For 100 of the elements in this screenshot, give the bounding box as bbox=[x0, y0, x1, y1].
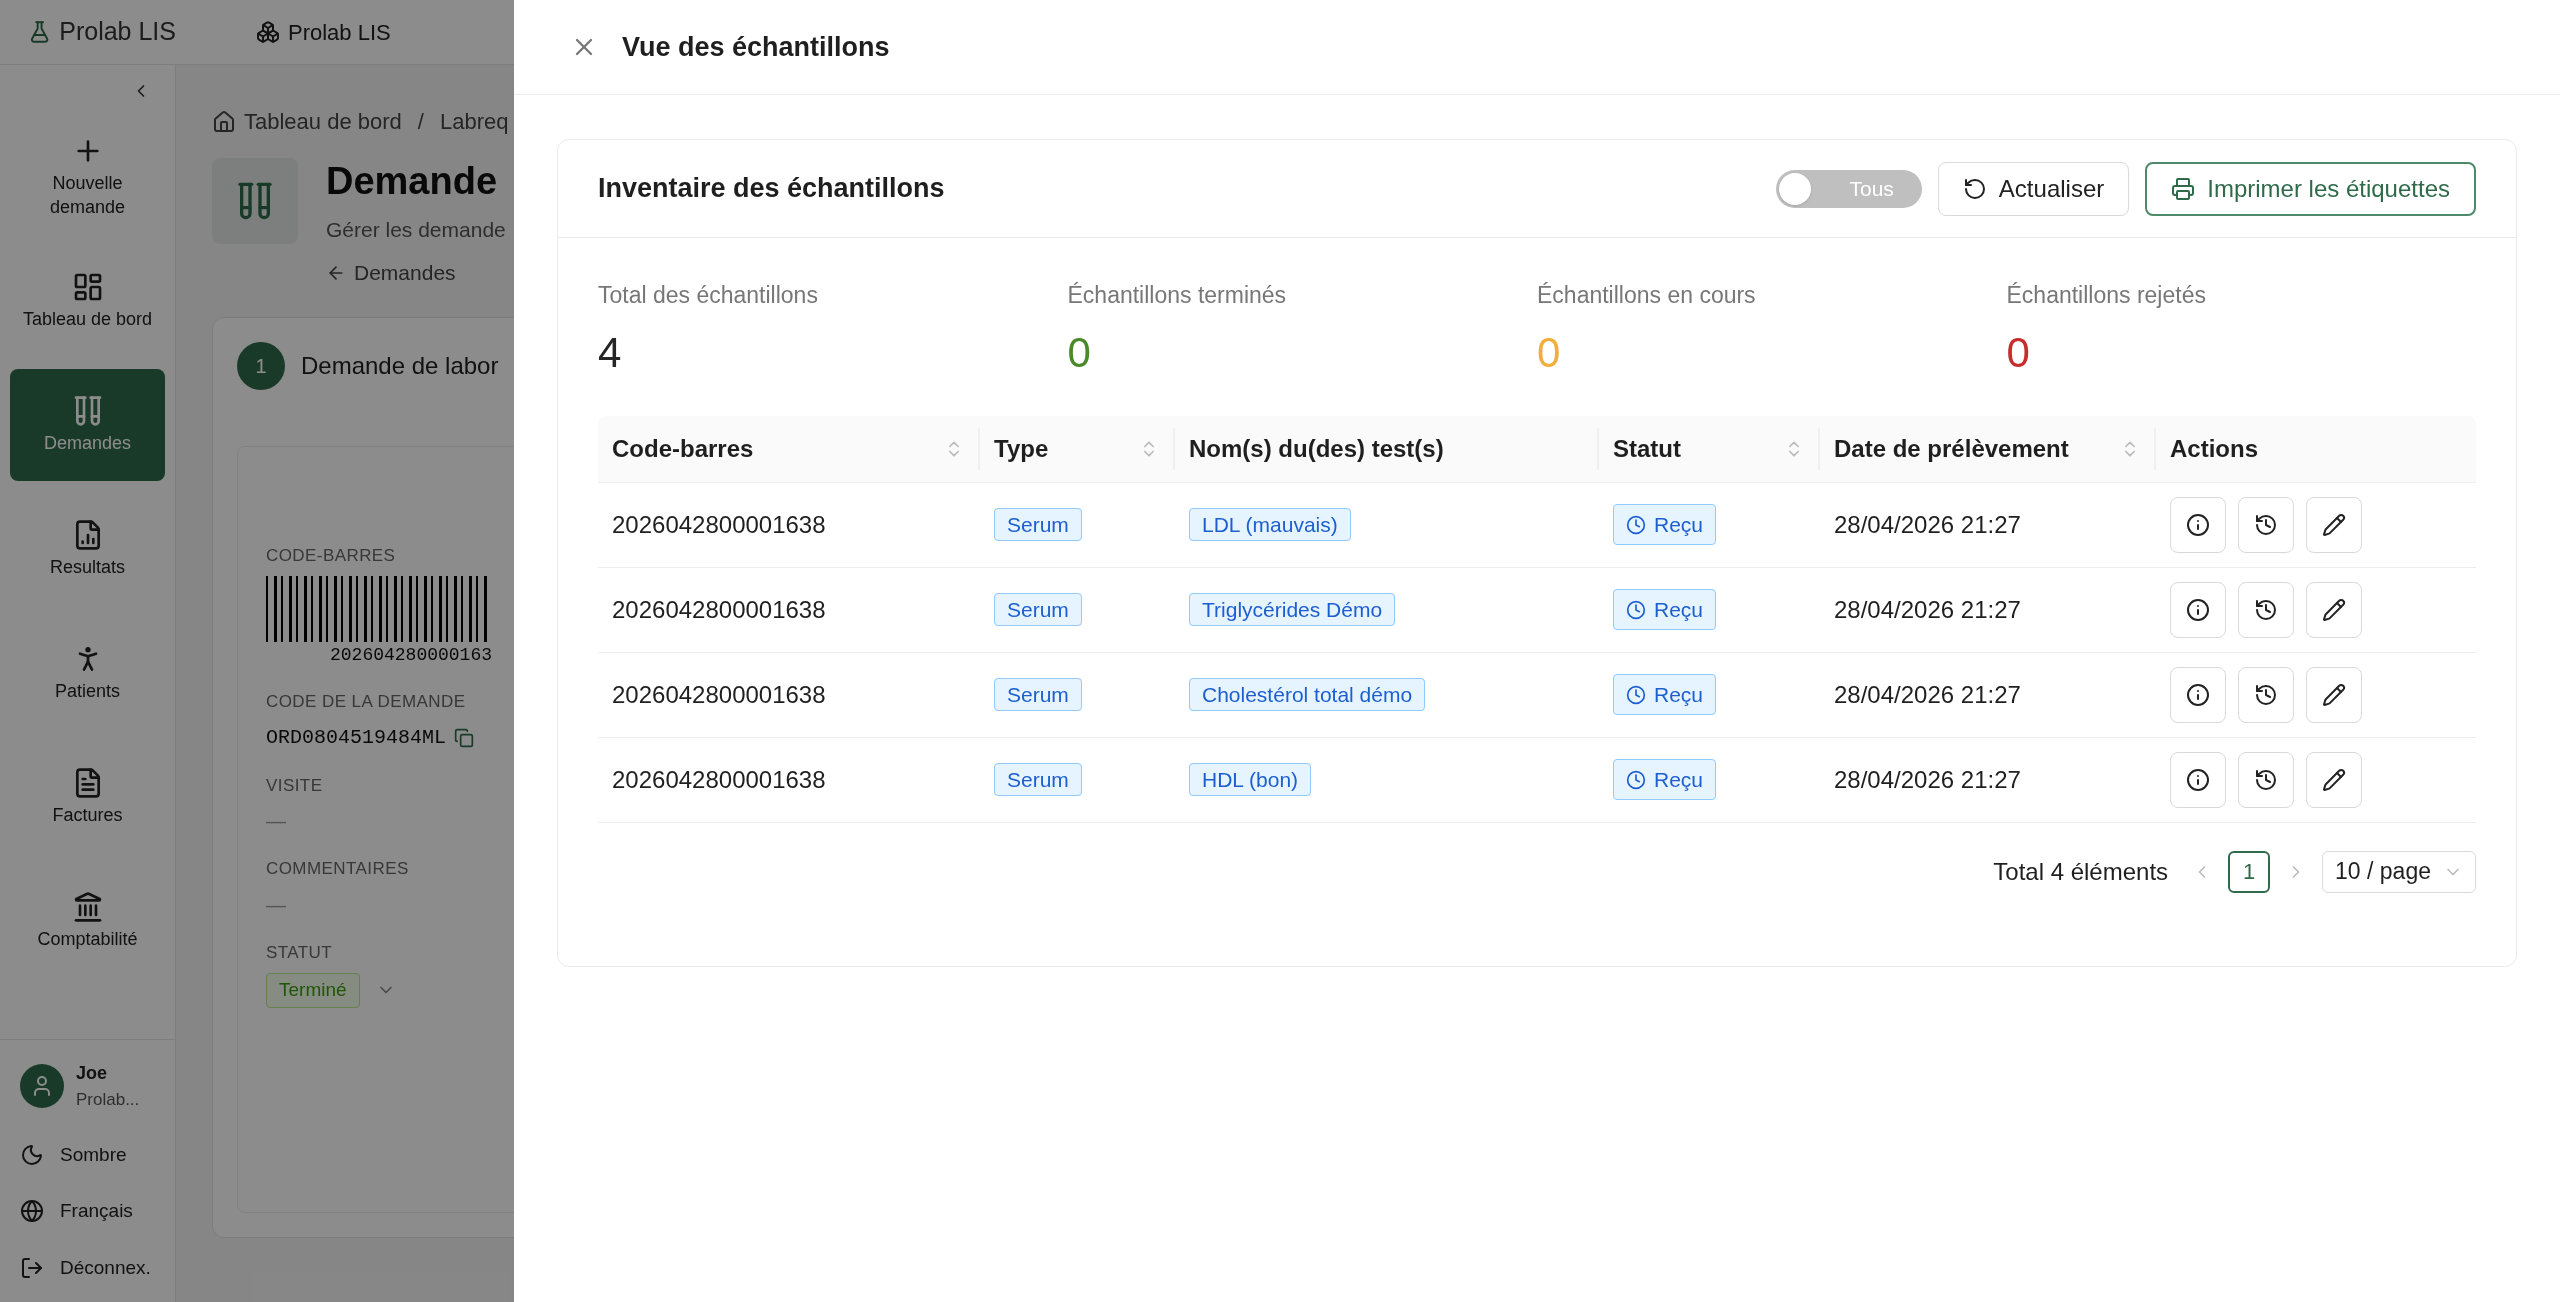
edit-button[interactable] bbox=[2306, 581, 2362, 638]
sidebar-item[interactable]: Resultats bbox=[10, 493, 165, 605]
printer-icon bbox=[2171, 176, 2196, 201]
org-name: Prolab LIS bbox=[288, 18, 391, 47]
pencil-icon bbox=[2322, 767, 2346, 792]
history-button[interactable] bbox=[2238, 581, 2294, 638]
clock-icon bbox=[1626, 769, 1646, 790]
step-title: Demande de labor bbox=[301, 350, 499, 381]
stat-value: 4 bbox=[598, 327, 623, 378]
status-tag: Reçu bbox=[1613, 673, 1717, 716]
breadcrumb-separator: / bbox=[416, 108, 425, 136]
type-tag: Serum bbox=[994, 762, 1082, 796]
table-cell: 2026042800001638 bbox=[612, 680, 826, 708]
info-button[interactable] bbox=[2170, 751, 2226, 808]
field-label: STATUT bbox=[266, 941, 333, 964]
user-org: Prolab... bbox=[76, 1089, 140, 1111]
info-icon bbox=[2186, 597, 2210, 622]
info-icon bbox=[2186, 767, 2210, 792]
total-count: Total 4 éléments bbox=[1993, 856, 2169, 887]
test-tubes-icon bbox=[235, 181, 275, 221]
field-label: CODE DE LA DEMANDE bbox=[266, 691, 466, 713]
edit-button[interactable] bbox=[2306, 751, 2362, 808]
org-icon bbox=[256, 20, 280, 44]
clock-icon bbox=[1626, 599, 1646, 620]
type-tag: Serum bbox=[994, 592, 1082, 626]
pencil-icon bbox=[2322, 597, 2346, 622]
page-size-select[interactable]: 10 / page bbox=[2322, 850, 2476, 893]
page-title: Demande bbox=[326, 159, 499, 204]
field-value: — bbox=[266, 809, 286, 834]
field-label: CODE-BARRES bbox=[266, 544, 396, 567]
globe-icon bbox=[20, 1199, 44, 1224]
copy-icon[interactable] bbox=[454, 727, 475, 748]
test-tag: LDL (mauvais) bbox=[1189, 507, 1351, 541]
breadcrumb-link[interactable]: Tableau de bord bbox=[244, 105, 402, 138]
pencil-icon bbox=[2322, 512, 2346, 537]
field-label: COMMENTAIRES bbox=[266, 858, 409, 880]
sidebar-footer-item[interactable]: Déconnex. bbox=[20, 1253, 155, 1282]
column-header[interactable]: Date de prélèvement bbox=[1820, 427, 2156, 470]
stat-label: Échantillons rejetés bbox=[2006, 281, 2207, 310]
field-value: — bbox=[266, 892, 286, 918]
sidebar-footer-item[interactable]: Sombre bbox=[20, 1140, 155, 1169]
info-icon bbox=[2186, 682, 2210, 707]
sidebar-item[interactable]: Patients bbox=[10, 617, 165, 729]
print-labels-button[interactable]: Imprimer les étiquettes bbox=[2145, 161, 2476, 216]
info-button[interactable] bbox=[2170, 666, 2226, 723]
table-cell: 2026042800001638 bbox=[612, 765, 826, 793]
card-title: Inventaire des échantillons bbox=[598, 172, 945, 206]
page-subtitle: Gérer les demande bbox=[326, 216, 506, 243]
column-header[interactable]: Statut bbox=[1599, 427, 1820, 470]
sidebar-item[interactable]: Demandes bbox=[10, 369, 165, 481]
history-icon bbox=[2254, 512, 2278, 537]
status-tag: Reçu bbox=[1613, 588, 1717, 631]
table-cell: 2026042800001638 bbox=[612, 510, 826, 538]
refresh-icon bbox=[1962, 176, 1987, 201]
back-link[interactable]: Demandes bbox=[326, 257, 506, 289]
moon-icon bbox=[20, 1142, 44, 1167]
test-tag: HDL (bon) bbox=[1189, 762, 1312, 796]
type-tag: Serum bbox=[994, 677, 1082, 711]
field-value: ORD0804519484ML bbox=[266, 724, 447, 751]
edit-button[interactable] bbox=[2306, 666, 2362, 723]
type-tag: Serum bbox=[994, 507, 1082, 541]
stat-label: Échantillons terminés bbox=[1067, 281, 1288, 310]
barcode-number: 202604280000163 bbox=[330, 644, 493, 667]
sidebar-item[interactable]: Factures bbox=[10, 741, 165, 853]
history-button[interactable] bbox=[2238, 496, 2294, 553]
table-cell: 28/04/2026 21:27 bbox=[1834, 680, 2021, 708]
breadcrumb-link[interactable]: Labreq bbox=[439, 105, 509, 138]
field-label: VISITE bbox=[266, 774, 323, 797]
sidebar-footer-item[interactable]: Français bbox=[20, 1197, 155, 1226]
app-logo-text: Prolab LIS bbox=[59, 16, 176, 48]
info-button[interactable] bbox=[2170, 581, 2226, 638]
refresh-button[interactable]: Actualiser bbox=[1937, 161, 2130, 216]
history-button[interactable] bbox=[2238, 751, 2294, 808]
column-header[interactable]: Actions bbox=[2156, 415, 2476, 482]
column-header[interactable]: Nom(s) du(des) test(s) bbox=[1175, 427, 1599, 470]
pencil-icon bbox=[2322, 682, 2346, 707]
clock-icon bbox=[1626, 684, 1646, 705]
history-button[interactable] bbox=[2238, 666, 2294, 723]
column-header[interactable]: Type bbox=[980, 427, 1175, 470]
history-icon bbox=[2254, 682, 2278, 707]
drawer-title: Vue des échantillons bbox=[622, 30, 890, 64]
clock-icon bbox=[1626, 514, 1646, 535]
step-number: 1 bbox=[237, 341, 285, 390]
status-tag: Terminé bbox=[266, 973, 360, 1008]
sidebar-item[interactable]: Comptabilité bbox=[10, 865, 165, 977]
column-header[interactable]: Code-barres bbox=[598, 427, 980, 470]
edit-button[interactable] bbox=[2306, 496, 2362, 553]
status-tag: Reçu bbox=[1613, 503, 1717, 546]
test-tag: Triglycérides Démo bbox=[1189, 592, 1396, 626]
info-button[interactable] bbox=[2170, 496, 2226, 553]
stat-value: 0 bbox=[1067, 327, 1092, 378]
user-name: Joe bbox=[76, 1062, 109, 1085]
history-icon bbox=[2254, 597, 2278, 622]
sidebar-item[interactable]: Nouvelle demande bbox=[10, 121, 165, 233]
sidebar-item[interactable]: Tableau de bord bbox=[10, 245, 165, 357]
table-cell: 28/04/2026 21:27 bbox=[1834, 510, 2021, 538]
page-button[interactable]: 1 bbox=[2228, 850, 2271, 893]
home-icon bbox=[212, 109, 236, 134]
stat-value: 0 bbox=[2006, 327, 2031, 378]
history-icon bbox=[2254, 767, 2278, 792]
